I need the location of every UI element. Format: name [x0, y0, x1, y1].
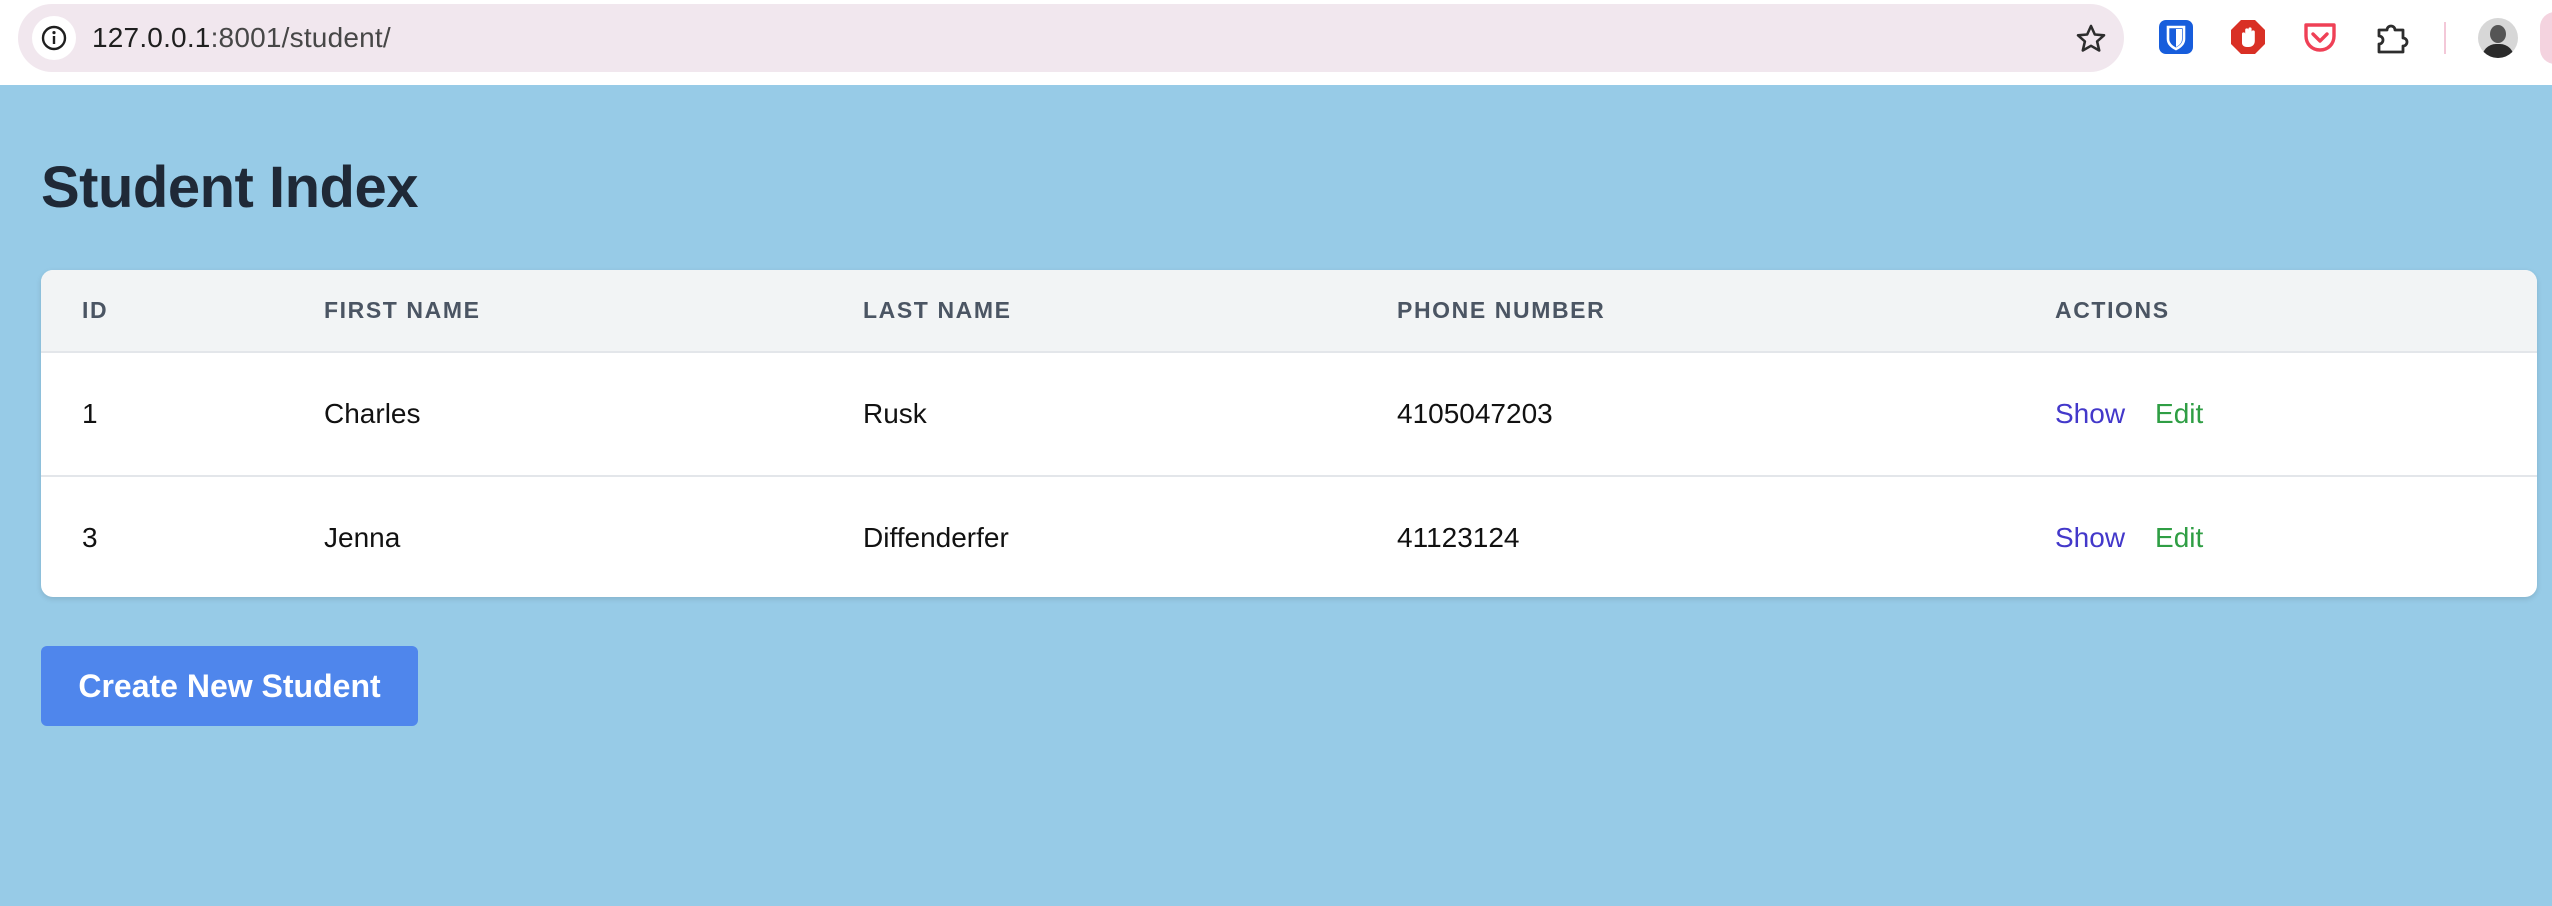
cell-id: 1: [82, 398, 98, 429]
create-new-student-button[interactable]: Create New Student: [41, 646, 418, 726]
address-bar[interactable]: 127.0.0.1:8001/student/: [18, 4, 2124, 72]
cell-actions: Show Edit: [2055, 477, 2203, 597]
page-title: Student Index: [41, 155, 418, 220]
pocket-icon[interactable]: [2301, 18, 2339, 56]
bitwarden-icon[interactable]: [2157, 18, 2195, 56]
column-header-id: ID: [82, 297, 109, 323]
table-row: 3 Jenna Diffenderfer 41123124 Show Edit: [41, 477, 2537, 597]
show-link[interactable]: Show: [2055, 398, 2125, 429]
table-row: 1 Charles Rusk 4105047203 Show Edit: [41, 353, 2537, 477]
star-icon[interactable]: [2074, 22, 2108, 61]
cell-first-name: Charles: [324, 398, 421, 429]
puzzle-extensions-icon[interactable]: [2373, 18, 2411, 56]
column-header-actions: ACTIONS: [2055, 297, 2170, 323]
cell-last-name: Diffenderfer: [863, 522, 1009, 553]
url-text[interactable]: 127.0.0.1:8001/student/: [92, 4, 391, 72]
column-header-phone-number: PHONE NUMBER: [1397, 297, 1606, 323]
show-link[interactable]: Show: [2055, 522, 2125, 553]
adblock-icon[interactable]: [2229, 18, 2267, 56]
cell-last-name: Rusk: [863, 398, 927, 429]
profile-menu-edge[interactable]: [2540, 12, 2552, 64]
cell-phone-number: 4105047203: [1397, 398, 1553, 429]
cell-first-name: Jenna: [324, 522, 401, 553]
cell-actions: Show Edit: [2055, 353, 2203, 475]
cell-phone-number: 41123124: [1397, 522, 1520, 553]
url-host: 127.0.0.1: [92, 22, 211, 53]
avatar[interactable]: [2478, 18, 2518, 58]
url-path: :8001/student/: [210, 22, 391, 53]
table-header: ID FIRST NAME LAST NAME PHONE NUMBER ACT…: [41, 270, 2537, 353]
info-icon[interactable]: [32, 16, 76, 60]
browser-toolbar: 127.0.0.1:8001/student/: [0, 0, 2552, 85]
column-header-last-name: LAST NAME: [863, 297, 1012, 323]
cell-id: 3: [82, 522, 98, 553]
toolbar-separator: [2444, 22, 2446, 54]
edit-link[interactable]: Edit: [2155, 522, 2203, 553]
column-header-first-name: FIRST NAME: [324, 297, 481, 323]
edit-link[interactable]: Edit: [2155, 398, 2203, 429]
student-table: ID FIRST NAME LAST NAME PHONE NUMBER ACT…: [41, 270, 2537, 597]
